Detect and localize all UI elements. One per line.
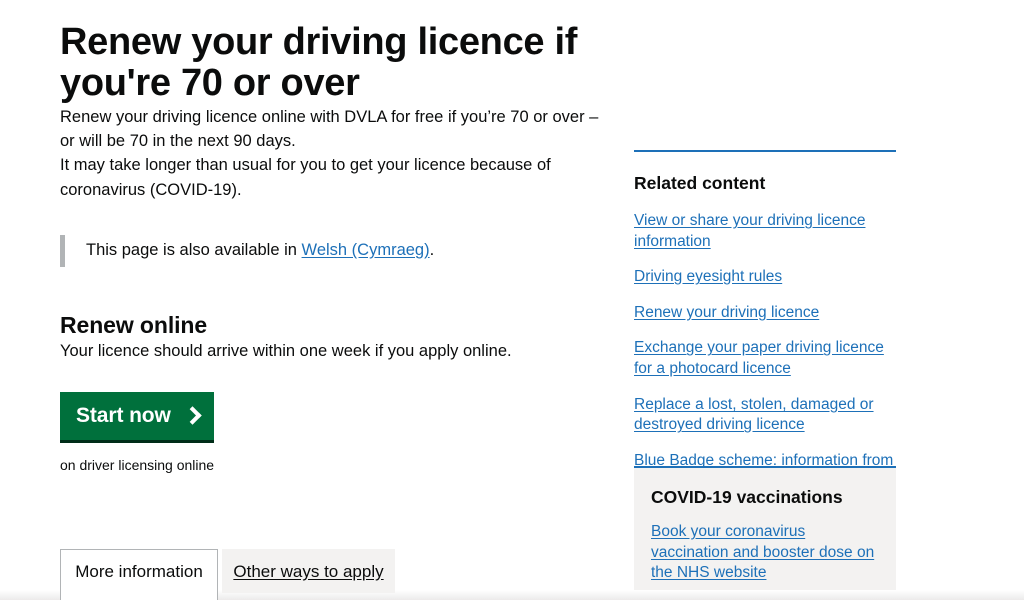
related-content-list: View or share your driving licence infor…	[634, 211, 896, 492]
translation-notice: This page is also available in Welsh (Cy…	[60, 234, 610, 267]
covid-vaccinations-panel: COVID-19 vaccinations Book your coronavi…	[634, 466, 896, 600]
start-now-label: Start now	[76, 403, 171, 427]
welsh-translation-link[interactable]: Welsh (Cymraeg)	[302, 241, 430, 259]
related-link-exchange-paper-licence[interactable]: Exchange your paper driving licence for …	[634, 339, 884, 377]
main-content-column: Renew your driving licence if you're 70 …	[60, 0, 610, 475]
list-item: Driving eyesight rules	[634, 267, 896, 288]
intro-paragraph: Renew your driving licence online with D…	[60, 107, 599, 151]
related-link-replace-licence[interactable]: Replace a lost, stolen, damaged or destr…	[634, 396, 874, 434]
page-title: Renew your driving licence if you're 70 …	[60, 21, 578, 105]
covid-booking-link[interactable]: Book your coronavirus vaccination and bo…	[651, 522, 879, 584]
related-content-sidebar: Related content View or share your drivi…	[634, 150, 896, 492]
tab-other-ways-to-apply[interactable]: Other ways to apply	[222, 549, 395, 593]
related-link-renew-licence[interactable]: Renew your driving licence	[634, 304, 819, 321]
related-link-eyesight-rules[interactable]: Driving eyesight rules	[634, 268, 782, 285]
list-item: View or share your driving licence infor…	[634, 211, 896, 252]
tab-more-information[interactable]: More information	[60, 549, 218, 600]
translation-prefix: This page is also available in	[86, 240, 302, 259]
translation-suffix: .	[429, 240, 435, 259]
renew-online-paragraph: Your licence should arrive within one we…	[60, 342, 512, 361]
list-item: Exchange your paper driving licence for …	[634, 338, 896, 379]
page-root: Renew your driving licence if you're 70 …	[0, 0, 1024, 600]
related-content-top-rule	[634, 150, 896, 152]
start-now-button[interactable]: Start now	[60, 391, 214, 443]
renew-online-heading: Renew online	[60, 311, 208, 338]
translation-text: This page is also available in Welsh (Cy…	[86, 239, 610, 263]
covid-panel-title: COVID-19 vaccinations	[651, 487, 843, 507]
chevron-right-icon	[183, 406, 202, 425]
related-link-view-or-share[interactable]: View or share your driving licence infor…	[634, 212, 865, 250]
related-content-title: Related content	[634, 173, 766, 193]
list-item: Replace a lost, stolen, damaged or destr…	[634, 395, 896, 436]
covid-panel-body: COVID-19 vaccinations Book your coronavi…	[634, 468, 896, 600]
covid-delay-paragraph: It may take longer than usual for you to…	[60, 156, 551, 199]
list-item: Renew your driving licence	[634, 303, 896, 324]
start-now-caption: on driver licensing online	[60, 456, 215, 473]
